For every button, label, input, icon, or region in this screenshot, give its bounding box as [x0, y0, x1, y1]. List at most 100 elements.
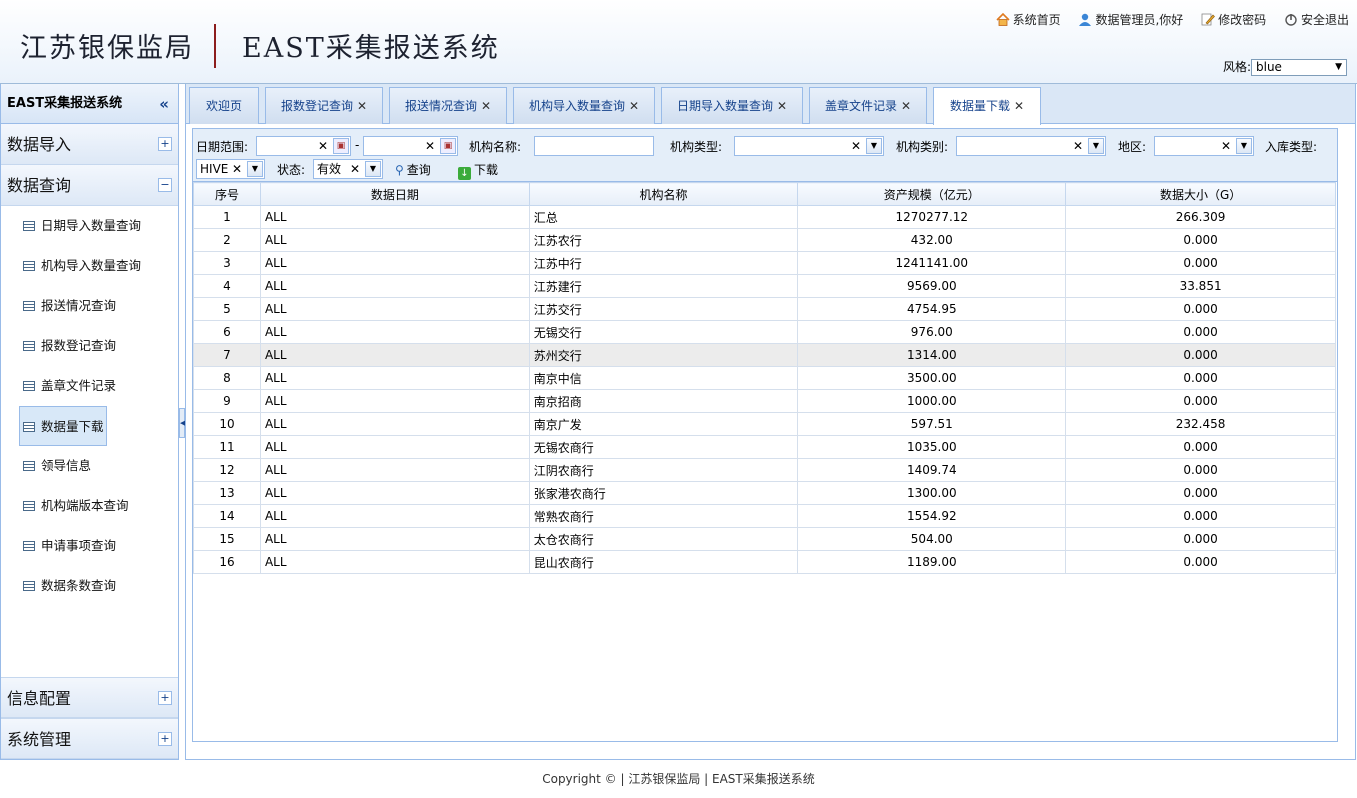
menu-item-org-import-query[interactable]: 机构导入数量查询 [1, 246, 178, 286]
chevron-down-icon[interactable]: ▼ [247, 161, 263, 177]
app-logo: 江苏银保监局 EAST采集报送系统 [20, 23, 500, 72]
table-cell: 南京中信 [528, 366, 799, 390]
clear-icon[interactable]: ✕ [425, 137, 435, 155]
table-row[interactable]: 16 ALL 昆山农商行 1189.00 0.000 [193, 550, 1336, 574]
close-tab-icon[interactable]: ✕ [357, 99, 367, 113]
menu-item-date-import-query[interactable]: 日期导入数量查询 [1, 206, 178, 246]
table-row[interactable]: 4 ALL 江苏建行 9569.00 33.851 [193, 274, 1336, 298]
table-row[interactable]: 5 ALL 江苏交行 4754.95 0.000 [193, 297, 1336, 321]
tab-seal-file[interactable]: 盖章文件记录 ✕ [809, 87, 927, 124]
menu-item-record-count-query[interactable]: 数据条数查询 [1, 566, 178, 606]
system-name: EAST采集报送系统 [242, 33, 500, 64]
menu-item-leader-info[interactable]: 领导信息 [1, 446, 178, 486]
calendar-icon[interactable]: ▣ [333, 138, 349, 154]
close-tab-icon[interactable]: ✕ [481, 99, 491, 113]
column-header[interactable]: 机构名称 [528, 182, 799, 206]
clear-icon[interactable]: ✕ [1221, 137, 1231, 155]
column-header[interactable]: 数据大小（G） [1065, 182, 1336, 206]
menu-group-data-import[interactable]: 数据导入 + [1, 124, 178, 165]
table-body: 1 ALL 汇总 1270277.12 266.309 2 ALL 江苏农行 432.00 0.0… [193, 205, 1336, 574]
region-select[interactable]: ✕ ▼ [1154, 136, 1254, 156]
style-selector: 风格: blue ▼ [1223, 58, 1347, 76]
end-date-input[interactable]: ✕ ▣ [363, 136, 458, 156]
table-cell: 江苏中行 [528, 251, 799, 275]
change-password-link[interactable]: 修改密码 [1201, 13, 1266, 27]
tab-data-volume-download[interactable]: 数据量下载 ✕ [933, 87, 1041, 125]
menu-item-report-status-query[interactable]: 报送情况查询 [1, 286, 178, 326]
table-row[interactable]: 10 ALL 南京广发 597.51 232.458 [193, 412, 1336, 436]
user-link[interactable]: 数据管理员,你好 [1078, 13, 1183, 27]
menu-item-seal-file-record[interactable]: 盖章文件记录 [1, 366, 178, 406]
org-type-select[interactable]: ✕ ▼ [734, 136, 884, 156]
list-icon [23, 581, 35, 591]
logout-link[interactable]: 安全退出 [1284, 13, 1349, 27]
list-icon [23, 461, 35, 471]
table-row[interactable]: 9 ALL 南京招商 1000.00 0.000 [193, 389, 1336, 413]
menu-item-data-volume-download[interactable]: 数据量下载 [19, 406, 107, 446]
close-tab-icon[interactable]: ✕ [777, 99, 787, 113]
org-category-select[interactable]: ✕ ▼ [956, 136, 1106, 156]
table-row[interactable]: 1 ALL 汇总 1270277.12 266.309 [193, 205, 1336, 229]
menu-item-report-registration-query[interactable]: 报数登记查询 [1, 326, 178, 366]
column-header[interactable]: 序号 [193, 182, 261, 206]
chevron-down-icon[interactable]: ▼ [1088, 138, 1104, 154]
table-row[interactable]: 3 ALL 江苏中行 1241141.00 0.000 [193, 251, 1336, 275]
query-button[interactable]: ⚲ 查询 [395, 161, 431, 178]
table-row[interactable]: 7 ALL 苏州交行 1314.00 0.000 [193, 343, 1336, 367]
table-cell: 0.000 [1065, 458, 1336, 482]
clear-icon[interactable]: ✕ [1073, 137, 1083, 155]
expand-icon[interactable]: + [158, 691, 172, 705]
storage-type-select[interactable]: HIVE ✕ ▼ [196, 159, 265, 179]
list-icon [23, 221, 35, 231]
chevron-down-icon[interactable]: ▼ [866, 138, 882, 154]
expand-icon[interactable]: + [158, 732, 172, 746]
clear-icon[interactable]: ✕ [350, 160, 360, 178]
table-row[interactable]: 15 ALL 太仓农商行 504.00 0.000 [193, 527, 1336, 551]
close-tab-icon[interactable]: ✕ [1014, 99, 1024, 113]
style-label: 风格: [1222, 60, 1251, 74]
menu-item-client-version-query[interactable]: 机构端版本查询 [1, 486, 178, 526]
column-header[interactable]: 资产规模（亿元） [797, 182, 1067, 206]
home-link[interactable]: 系统首页 [996, 12, 1061, 27]
table-cell: 12 [193, 458, 261, 482]
table-cell: 汇总 [528, 205, 799, 229]
menu-group-info-config[interactable]: 信息配置 + [1, 677, 178, 718]
tab-date-import[interactable]: 日期导入数量查询 ✕ [661, 87, 803, 124]
expand-icon[interactable]: + [158, 137, 172, 151]
close-tab-icon[interactable]: ✕ [901, 99, 911, 113]
calendar-icon[interactable]: ▣ [440, 138, 456, 154]
org-name-input[interactable] [534, 136, 654, 156]
table-row[interactable]: 2 ALL 江苏农行 432.00 0.000 [193, 228, 1336, 252]
download-icon: ↓ [458, 167, 471, 180]
start-date-input[interactable]: ✕ ▣ [256, 136, 351, 156]
clear-icon[interactable]: ✕ [232, 160, 242, 178]
tab-org-import[interactable]: 机构导入数量查询 ✕ [513, 87, 655, 124]
table-row[interactable]: 11 ALL 无锡农商行 1035.00 0.000 [193, 435, 1336, 459]
table-row[interactable]: 8 ALL 南京中信 3500.00 0.000 [193, 366, 1336, 390]
table-cell: 9569.00 [797, 274, 1067, 298]
collapse-icon[interactable]: − [158, 178, 172, 192]
menu-group-system-admin[interactable]: 系统管理 + [1, 718, 178, 759]
menu-group-data-query[interactable]: 数据查询 − [1, 165, 178, 206]
close-tab-icon[interactable]: ✕ [629, 99, 639, 113]
tab-report-status[interactable]: 报送情况查询 ✕ [389, 87, 507, 124]
table-row[interactable]: 14 ALL 常熟农商行 1554.92 0.000 [193, 504, 1336, 528]
tab-welcome[interactable]: 欢迎页 [189, 87, 259, 124]
app-header: 江苏银保监局 EAST采集报送系统 系统首页 数据管理员,你好 修改密码 安全退出… [0, 0, 1357, 84]
table-row[interactable]: 12 ALL 江阴农商行 1409.74 0.000 [193, 458, 1336, 482]
download-button[interactable]: ↓ 下载 [458, 161, 498, 180]
style-select[interactable]: blue ▼ [1251, 59, 1347, 76]
clear-icon[interactable]: ✕ [851, 137, 861, 155]
status-select[interactable]: 有效 ✕ ▼ [313, 159, 383, 179]
column-header[interactable]: 数据日期 [259, 182, 530, 206]
menu-item-application-query[interactable]: 申请事项查询 [1, 526, 178, 566]
collapse-sidebar-icon[interactable]: « [159, 84, 169, 124]
table-row[interactable]: 13 ALL 张家港农商行 1300.00 0.000 [193, 481, 1336, 505]
clear-icon[interactable]: ✕ [318, 137, 328, 155]
chevron-down-icon[interactable]: ▼ [365, 161, 381, 177]
table-row[interactable]: 6 ALL 无锡交行 976.00 0.000 [193, 320, 1336, 344]
tab-report-registration[interactable]: 报数登记查询 ✕ [265, 87, 383, 124]
table-cell: 0.000 [1065, 366, 1336, 390]
chevron-down-icon[interactable]: ▼ [1236, 138, 1252, 154]
table-cell: 1270277.12 [797, 205, 1067, 229]
